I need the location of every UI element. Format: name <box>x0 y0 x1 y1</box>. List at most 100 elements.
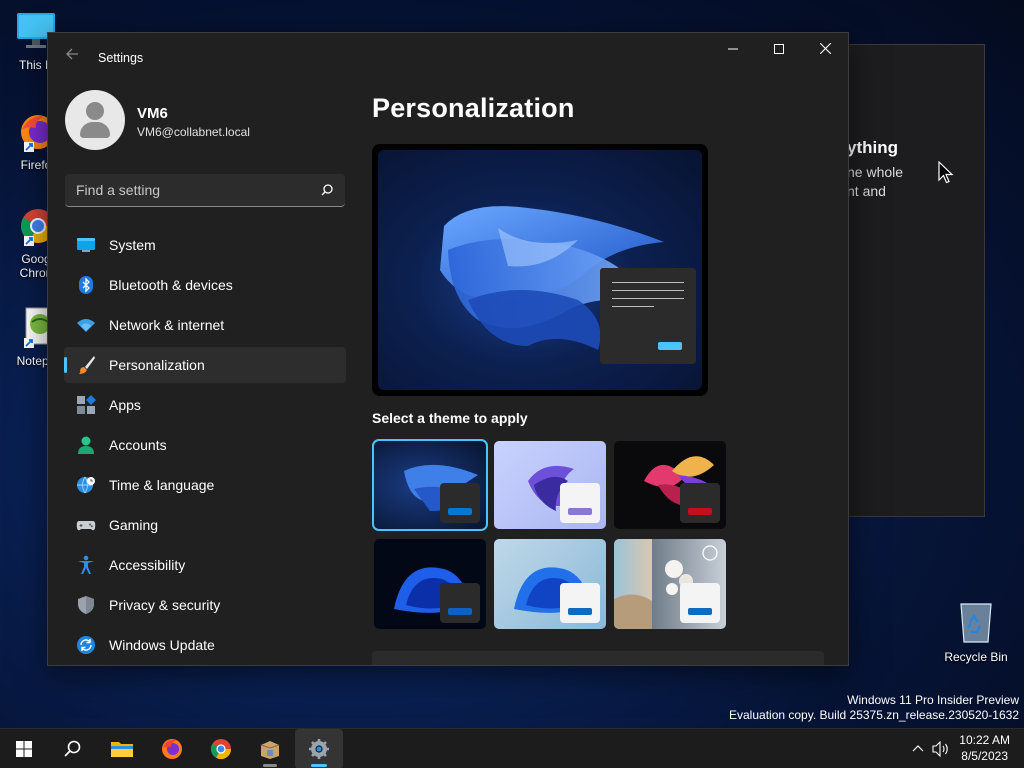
sidebar-nav: System Bluetooth & devices Network & int… <box>64 227 346 665</box>
system-tray <box>908 729 952 768</box>
start-button[interactable] <box>0 729 48 768</box>
sidebar-item-label: System <box>109 237 156 253</box>
maximize-button[interactable] <box>756 33 802 65</box>
close-button[interactable] <box>802 33 848 65</box>
maximize-icon <box>774 44 784 54</box>
theme-accent-bar <box>448 608 472 615</box>
sidebar-item-windows-update[interactable]: Windows Update <box>64 627 346 663</box>
apps-icon <box>77 395 96 414</box>
title-bar[interactable]: Settings <box>48 33 848 81</box>
show-desktop-button[interactable] <box>1016 737 1022 761</box>
taskbar-clock[interactable]: 10:22 AM 8/5/2023 <box>959 732 1010 764</box>
taskbar-search-button[interactable] <box>48 729 96 768</box>
sidebar-item-label: Personalization <box>109 357 205 373</box>
theme-windows-spotlight[interactable] <box>614 539 726 629</box>
os-watermark: Windows 11 Pro Insider Preview Evaluatio… <box>729 693 1019 723</box>
sidebar-item-label: Bluetooth & devices <box>109 277 233 293</box>
theme-accent-bar <box>568 508 592 515</box>
theme-accent-bar <box>448 508 472 515</box>
taskbar-chrome[interactable] <box>197 729 245 768</box>
sidebar-item-label: Accessibility <box>109 557 186 573</box>
theme-glow[interactable] <box>494 441 606 529</box>
user-email: VM6@collabnet.local <box>137 125 250 139</box>
theme-windows-dark[interactable] <box>372 439 488 531</box>
search-box[interactable] <box>65 174 345 207</box>
arrow-left-icon <box>66 48 78 60</box>
background-window-heading: ything <box>847 138 898 157</box>
sidebar-item-label: Gaming <box>109 517 159 533</box>
recycle-bin-label: Recycle Bin <box>944 650 1008 664</box>
desktop-icon-recycle-bin[interactable]: Recycle Bin <box>936 600 1016 664</box>
sidebar-item-personalization[interactable]: Personalization <box>64 347 346 383</box>
taskbar-file-explorer[interactable] <box>98 729 146 768</box>
app-title: Settings <box>98 51 144 65</box>
preview-line <box>612 298 684 299</box>
network-icon <box>77 319 95 332</box>
chevron-up-icon[interactable] <box>912 743 924 755</box>
speaker-icon[interactable] <box>932 741 950 757</box>
update-icon <box>77 636 95 654</box>
recycle-bin-icon <box>958 600 994 644</box>
theme-accent-bar <box>688 508 712 515</box>
back-button[interactable] <box>62 47 82 67</box>
preview-wallpaper <box>378 150 702 390</box>
shield-icon <box>78 596 94 614</box>
settings-card-partial[interactable] <box>372 651 824 665</box>
theme-chip <box>440 483 480 523</box>
settings-window[interactable]: Settings VM6 VM6@collabnet.local System <box>47 32 849 666</box>
taskbar-firefox[interactable] <box>148 729 196 768</box>
sidebar-item-apps[interactable]: Apps <box>64 387 346 423</box>
page-title: Personalization <box>372 93 575 123</box>
chrome-icon <box>210 739 232 760</box>
sidebar-item-label: Network & internet <box>109 317 225 333</box>
taskbar-settings[interactable] <box>295 729 343 768</box>
minimize-icon <box>728 48 738 50</box>
sidebar-item-time-language[interactable]: Time & language <box>64 467 346 503</box>
globe-clock-icon <box>77 476 95 494</box>
theme-accent-bar <box>568 608 592 615</box>
clock-time: 10:22 AM <box>959 733 1010 747</box>
folder-icon <box>111 742 133 757</box>
sidebar-item-label: Apps <box>109 397 141 413</box>
sidebar-item-network[interactable]: Network & internet <box>64 307 346 343</box>
theme-chip <box>560 583 600 623</box>
sidebar-item-label: Time & language <box>109 477 215 493</box>
package-icon <box>260 741 280 759</box>
search-input[interactable] <box>65 174 305 206</box>
theme-windows-bloom-dark[interactable] <box>374 539 486 629</box>
system-icon <box>77 238 95 252</box>
theme-captured-motion[interactable] <box>614 441 726 529</box>
bluetooth-icon <box>79 276 93 294</box>
sidebar-item-system[interactable]: System <box>64 227 346 263</box>
settings-gear-icon <box>309 739 329 759</box>
theme-preview <box>372 144 708 396</box>
theme-chip <box>680 483 720 523</box>
theme-accent-bar <box>688 608 712 615</box>
background-window-text: ne whole nt and <box>847 164 904 199</box>
theme-windows-light[interactable] <box>494 539 606 629</box>
watermark-line2: Evaluation copy. Build 25375.zn_release.… <box>729 708 1019 722</box>
search-icon <box>64 740 81 757</box>
theme-chip <box>560 483 600 523</box>
brush-icon <box>79 356 95 374</box>
watermark-line1: Windows 11 Pro Insider Preview <box>847 693 1019 707</box>
mouse-cursor-icon <box>938 161 954 184</box>
firefox-icon <box>162 739 182 759</box>
sidebar-item-accounts[interactable]: Accounts <box>64 427 346 463</box>
avatar-body <box>80 122 110 138</box>
theme-chip <box>680 583 720 623</box>
sidebar-item-gaming[interactable]: Gaming <box>64 507 346 543</box>
theme-chip <box>440 583 480 623</box>
sidebar-item-accessibility[interactable]: Accessibility <box>64 547 346 583</box>
avatar[interactable] <box>65 90 125 150</box>
search-icon[interactable] <box>321 184 333 196</box>
preview-line <box>612 282 684 283</box>
accounts-icon <box>78 436 94 454</box>
user-name: VM6 <box>137 105 168 122</box>
taskbar-package-app[interactable] <box>246 729 294 768</box>
minimize-button[interactable] <box>710 33 756 65</box>
sidebar-item-bluetooth[interactable]: Bluetooth & devices <box>64 267 346 303</box>
theme-section-label: Select a theme to apply <box>372 410 528 426</box>
sidebar-item-privacy[interactable]: Privacy & security <box>64 587 346 623</box>
clock-date: 8/5/2023 <box>961 749 1008 763</box>
